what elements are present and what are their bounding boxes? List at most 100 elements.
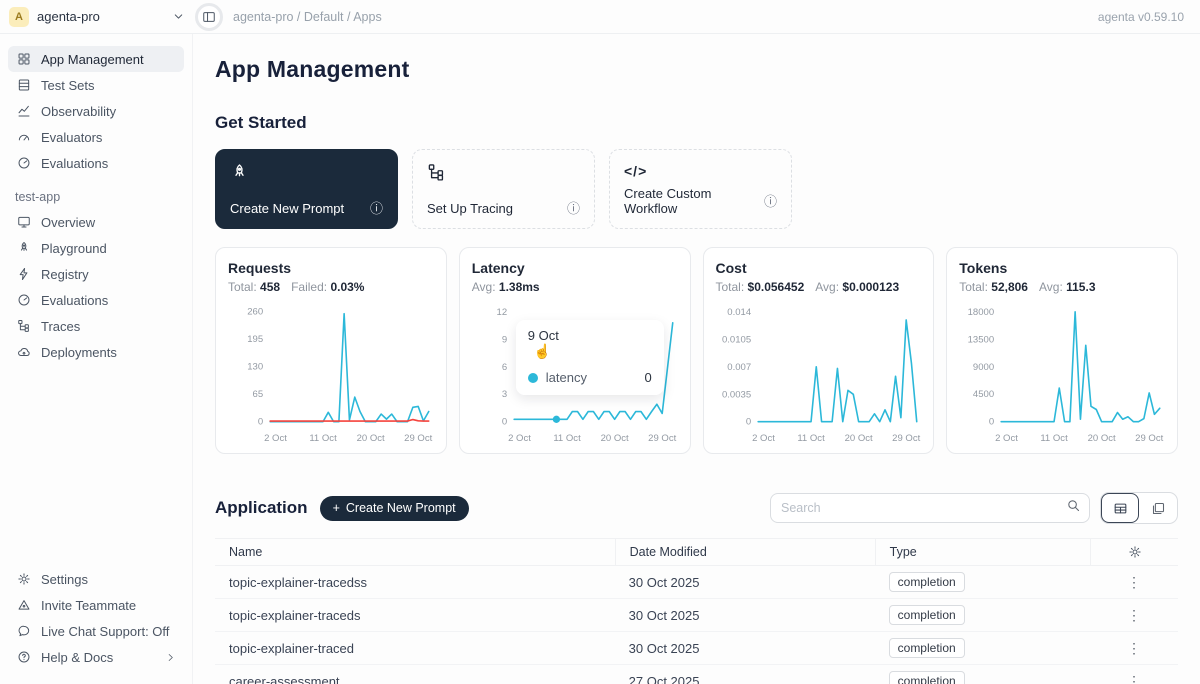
sidebar-item-overview[interactable]: Overview	[8, 209, 184, 235]
sidebar-item-deployments[interactable]: Deployments	[8, 339, 184, 365]
sidebar-item-label: Evaluations	[41, 293, 108, 308]
kebab-menu-icon[interactable]: ⋮	[1121, 606, 1147, 624]
sidebar-item-help-docs[interactable]: Help & Docs	[8, 644, 184, 670]
panel-left-icon	[202, 10, 216, 24]
org-name: agenta-pro	[37, 9, 164, 24]
grid-icon	[16, 52, 31, 66]
metric-card-latency: Latency Avg: 1.38ms 0369122 Oct11 Oct20 …	[459, 247, 691, 454]
date-modified: 27 Oct 2025	[615, 674, 875, 684]
svg-text:0.007: 0.007	[727, 362, 751, 373]
app-name: topic-explainer-traceds	[215, 608, 615, 623]
sidebar-item-test-sets[interactable]: Test Sets	[8, 72, 184, 98]
sidebar-item-label: Overview	[41, 215, 95, 230]
sidebar-item-label: Observability	[41, 104, 116, 119]
svg-text:9000: 9000	[973, 362, 994, 373]
create-new-prompt-button[interactable]: + Create New Prompt	[320, 496, 469, 521]
svg-text:2 Oct: 2 Oct	[752, 433, 775, 444]
create-custom-workflow-card[interactable]: </> Create Custom Workflow ⓘ	[609, 149, 792, 229]
application-heading: Application	[215, 498, 308, 518]
info-icon[interactable]: ⓘ	[370, 202, 383, 215]
requests-chart[interactable]: 0651301952602 Oct11 Oct20 Oct29 Oct	[228, 296, 434, 448]
svg-text:0: 0	[502, 417, 507, 428]
breadcrumb-area: agenta-pro / Default / Apps	[193, 3, 1098, 31]
sidebar-item-evaluations[interactable]: Evaluations	[8, 150, 184, 176]
sidebar-item-evaluators[interactable]: Evaluators	[8, 124, 184, 150]
code-icon: </>	[624, 163, 647, 179]
metric-title: Latency	[472, 260, 678, 276]
metric-card-tokens: Tokens Total: 52,806 Avg: 115.3 04500900…	[946, 247, 1178, 454]
kebab-menu-icon[interactable]: ⋮	[1121, 672, 1147, 684]
svg-text:29 Oct: 29 Oct	[1135, 433, 1163, 444]
tracing-tree-icon	[427, 163, 446, 187]
sidebar-item-live-chat[interactable]: Live Chat Support: Off	[8, 618, 184, 644]
type-badge: completion	[889, 638, 965, 658]
cost-chart[interactable]: 00.00350.0070.01050.0142 Oct11 Oct20 Oct…	[716, 296, 922, 448]
search-icon[interactable]	[1066, 498, 1081, 518]
top-bar: A agenta-pro agenta-pro / Default / Apps…	[0, 0, 1200, 34]
set-up-tracing-card[interactable]: Set Up Tracing ⓘ	[412, 149, 595, 229]
breadcrumb[interactable]: agenta-pro / Default / Apps	[233, 10, 382, 24]
type-badge: completion	[889, 572, 965, 592]
sidebar-item-invite-teammate[interactable]: Invite Teammate	[8, 592, 184, 618]
tree-icon	[16, 319, 31, 333]
column-header-name: Name	[215, 545, 615, 559]
tokens-chart[interactable]: 04500900013500180002 Oct11 Oct20 Oct29 O…	[959, 296, 1165, 448]
app-name: topic-explainer-traced	[215, 641, 615, 656]
metric-card-requests: Requests Total: 458 Failed: 0.03% 065130…	[215, 247, 447, 454]
sidebar-item-registry[interactable]: Registry	[8, 261, 184, 287]
column-settings[interactable]	[1090, 539, 1178, 565]
svg-text:0: 0	[989, 417, 994, 428]
cursor-icon: ☝	[534, 343, 551, 360]
sidebar-item-label: Deployments	[41, 345, 117, 360]
svg-text:9: 9	[502, 334, 507, 345]
date-modified: 30 Oct 2025	[615, 608, 875, 623]
metric-stats: Total: $0.056452 Avg: $0.000123	[716, 280, 922, 294]
sidebar-item-settings[interactable]: Settings	[8, 566, 184, 592]
table-row[interactable]: topic-explainer-traced 30 Oct 2025 compl…	[215, 632, 1178, 665]
table-row[interactable]: topic-explainer-tracedss 30 Oct 2025 com…	[215, 566, 1178, 599]
search-input[interactable]	[781, 501, 1066, 515]
svg-text:130: 130	[247, 362, 263, 373]
sidebar-item-app-management[interactable]: App Management	[8, 46, 184, 72]
table-row[interactable]: career-assessment 27 Oct 2025 completion…	[215, 665, 1178, 684]
info-icon[interactable]: ⓘ	[567, 202, 580, 215]
app-name: career-assessment	[215, 674, 615, 684]
svg-text:0.0105: 0.0105	[721, 334, 750, 345]
help-circle-icon	[16, 650, 31, 664]
sidebar-item-playground[interactable]: Playground	[8, 235, 184, 261]
app-version: agenta v0.59.10	[1098, 10, 1200, 24]
org-selector[interactable]: A agenta-pro	[0, 7, 193, 27]
svg-text:20 Oct: 20 Oct	[1088, 433, 1116, 444]
metric-title: Tokens	[959, 260, 1165, 276]
rocket-icon	[230, 163, 249, 187]
tooltip-series-label: latency	[546, 370, 587, 385]
table-row[interactable]: topic-explainer-traceds 30 Oct 2025 comp…	[215, 599, 1178, 632]
create-new-prompt-card[interactable]: Create New Prompt ⓘ	[215, 149, 398, 229]
kebab-menu-icon[interactable]: ⋮	[1121, 573, 1147, 591]
svg-text:0.014: 0.014	[727, 307, 752, 318]
sidebar-item-app-evaluations[interactable]: Evaluations	[8, 287, 184, 313]
svg-text:65: 65	[253, 389, 264, 400]
sidebar-item-observability[interactable]: Observability	[8, 98, 184, 124]
date-modified: 30 Oct 2025	[615, 575, 875, 590]
gear-icon	[16, 572, 31, 586]
page-title: App Management	[215, 56, 1178, 83]
sidebar-item-traces[interactable]: Traces	[8, 313, 184, 339]
table-icon	[16, 78, 31, 92]
svg-text:11 Oct: 11 Oct	[553, 433, 581, 444]
svg-text:195: 195	[247, 334, 263, 345]
chart-line-icon	[16, 104, 31, 118]
sidebar-item-label: Evaluations	[41, 156, 108, 171]
table-view-button[interactable]	[1101, 493, 1139, 523]
info-icon[interactable]: ⓘ	[764, 195, 777, 208]
chevron-down-icon	[172, 10, 185, 23]
svg-text:20 Oct: 20 Oct	[357, 433, 385, 444]
sidebar-toggle-button[interactable]	[195, 3, 223, 31]
sidebar-spacer	[8, 365, 184, 566]
rocket-icon	[16, 241, 31, 255]
kebab-menu-icon[interactable]: ⋮	[1121, 639, 1147, 657]
card-view-button[interactable]	[1139, 493, 1177, 523]
svg-text:11 Oct: 11 Oct	[1041, 433, 1069, 444]
column-header-type: Type	[875, 539, 1090, 565]
search-box	[770, 493, 1090, 523]
